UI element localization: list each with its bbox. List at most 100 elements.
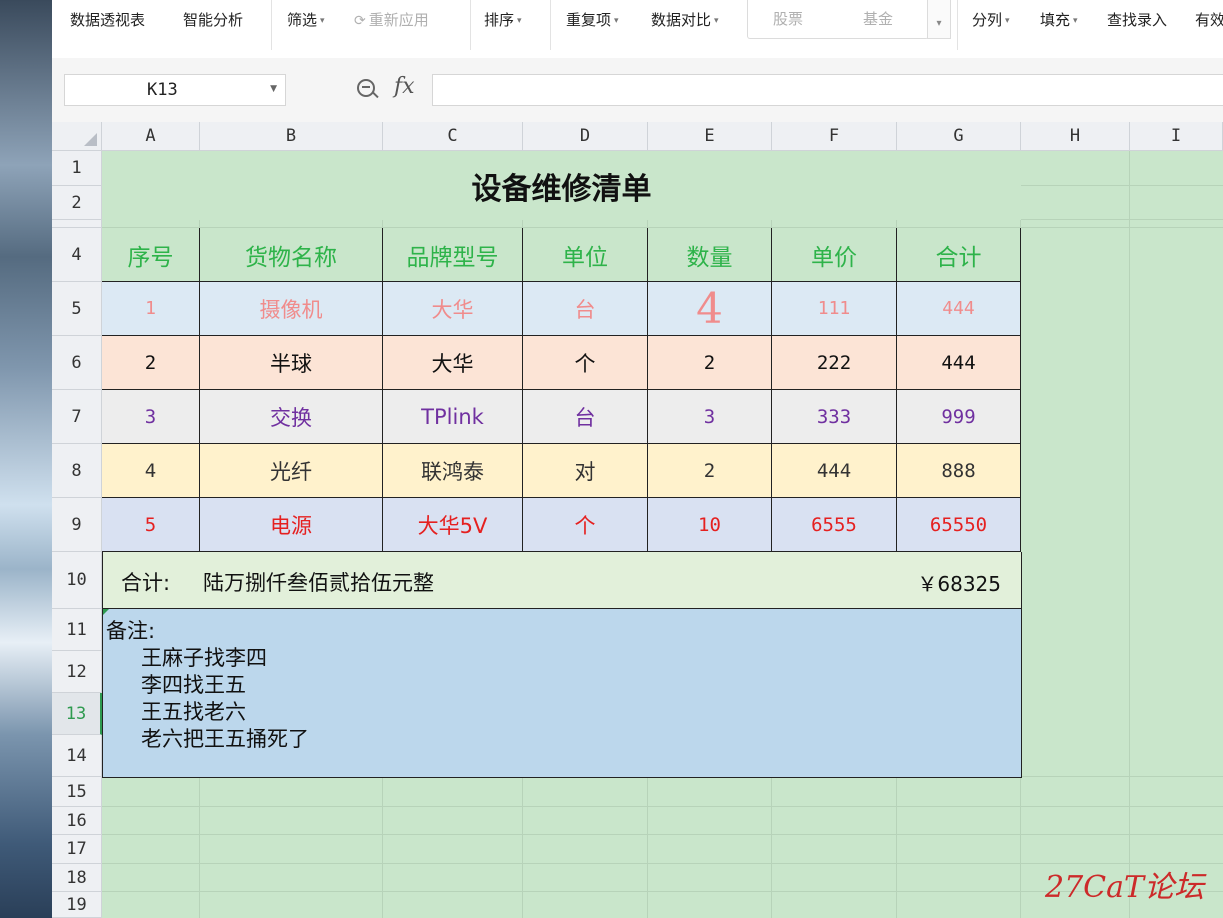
header-cell-item-name[interactable]: 货物名称 (200, 228, 383, 282)
header-cell-brand-model[interactable]: 品牌型号 (383, 228, 523, 282)
name-box-value: K13 (147, 80, 178, 100)
formula-input[interactable] (432, 74, 1223, 106)
row-header-8[interactable]: 8 (52, 444, 102, 498)
pivot-table-button[interactable]: 数据透视表 (70, 8, 145, 32)
cell-index[interactable]: 4 (102, 444, 200, 498)
cell-unit-price[interactable]: 6555 (772, 498, 897, 552)
watermark: 27CaT论坛 (1045, 870, 1205, 905)
column-header-h[interactable]: H (1021, 122, 1130, 151)
row-header-18[interactable]: 18 (52, 864, 102, 892)
row-header-13[interactable]: 13 (52, 693, 102, 735)
cell-unit-price[interactable]: 222 (772, 336, 897, 390)
cell-subtotal[interactable]: 65550 (897, 498, 1021, 552)
row-header-6[interactable]: 6 (52, 336, 102, 390)
cell-brand-model[interactable]: 联鸿泰 (383, 444, 523, 498)
smart-analysis-button[interactable]: 智能分析 (183, 8, 243, 32)
cell-unit[interactable]: 对 (523, 444, 648, 498)
chevron-down-icon: ▾ (614, 15, 619, 26)
cell-brand-model[interactable]: 大华5V (383, 498, 523, 552)
row-header-14[interactable]: 14 (52, 735, 102, 777)
cell-unit-price[interactable]: 444 (772, 444, 897, 498)
total-row[interactable]: 合计: 陆万捌仟叁佰贰拾伍元整 ￥68325 (102, 552, 1022, 609)
notes-cell[interactable]: 备注: 王麻子找李四 李四找王五 王五找老六 老六把王五捅死了 (102, 609, 1022, 778)
split-column-button[interactable]: 分列 ▾ (972, 8, 1010, 32)
cell-subtotal[interactable]: 999 (897, 390, 1021, 444)
spreadsheet-grid: A B C D E F G H I 1 2 4 5 6 7 8 9 10 11 … (52, 122, 1223, 918)
cell-index[interactable]: 2 (102, 336, 200, 390)
row-header-17[interactable]: 17 (52, 835, 102, 864)
row-header-4[interactable]: 4 (52, 228, 102, 282)
chevron-down-icon[interactable]: ▼ (270, 84, 277, 94)
cell-subtotal[interactable]: 444 (897, 282, 1021, 336)
row-header-9[interactable]: 9 (52, 498, 102, 552)
select-all-corner[interactable] (52, 122, 102, 151)
cell-item-name[interactable]: 交换 (200, 390, 383, 444)
data-compare-button[interactable]: 数据对比 ▾ (651, 8, 719, 32)
fx-icon[interactable]: fx (394, 74, 415, 99)
zoom-icon[interactable] (357, 79, 375, 97)
stock-fund-gallery[interactable]: 股票 基金 (747, 0, 929, 39)
notes-label: 备注: (106, 619, 156, 643)
cell-unit[interactable]: 台 (523, 282, 648, 336)
row-header-15[interactable]: 15 (52, 777, 102, 807)
fund-item[interactable]: 基金 (863, 8, 893, 29)
header-cell-unit-price[interactable]: 单价 (772, 228, 897, 282)
column-header-a[interactable]: A (102, 122, 200, 151)
cell-index[interactable]: 3 (102, 390, 200, 444)
row-header-12[interactable]: 12 (52, 651, 102, 693)
fill-button[interactable]: 填充 ▾ (1040, 8, 1078, 32)
reapply-filter-button[interactable]: ⟳ 重新应用 (354, 8, 429, 32)
cell-quantity[interactable]: 10 (648, 498, 772, 552)
row-header-19[interactable]: 19 (52, 892, 102, 918)
cell-brand-model[interactable]: 大华 (383, 336, 523, 390)
cell-quantity[interactable]: 2 (648, 444, 772, 498)
column-header-g[interactable]: G (897, 122, 1021, 151)
validity-button[interactable]: 有效 (1195, 8, 1223, 32)
column-header-i[interactable]: I (1130, 122, 1223, 151)
header-cell-subtotal[interactable]: 合计 (897, 228, 1021, 282)
cell-unit[interactable]: 个 (523, 336, 648, 390)
cell-unit-price[interactable]: 111 (772, 282, 897, 336)
duplicates-button[interactable]: 重复项 ▾ (566, 8, 619, 32)
header-cell-unit[interactable]: 单位 (523, 228, 648, 282)
cell-item-name[interactable]: 半球 (200, 336, 383, 390)
header-cell-index[interactable]: 序号 (102, 228, 200, 282)
cell-quantity[interactable]: 2 (648, 336, 772, 390)
row-header-2[interactable]: 2 (52, 186, 102, 220)
row-header-1[interactable]: 1 (52, 151, 102, 186)
column-header-b[interactable]: B (200, 122, 383, 151)
cell-index[interactable]: 1 (102, 282, 200, 336)
chevron-down-icon: ▾ (1005, 15, 1010, 26)
lookup-entry-button[interactable]: 查找录入 (1107, 8, 1167, 32)
row-header-11[interactable]: 11 (52, 609, 102, 651)
row-header-16[interactable]: 16 (52, 807, 102, 835)
column-header-f[interactable]: F (772, 122, 897, 151)
cell-item-name[interactable]: 光纤 (200, 444, 383, 498)
gallery-scroll-button[interactable]: ▾ (927, 0, 951, 39)
cell-unit[interactable]: 台 (523, 390, 648, 444)
column-header-e[interactable]: E (648, 122, 772, 151)
cell-quantity[interactable]: 3 (648, 390, 772, 444)
column-header-d[interactable]: D (523, 122, 648, 151)
cell-unit-price[interactable]: 333 (772, 390, 897, 444)
cell-subtotal[interactable]: 888 (897, 444, 1021, 498)
cell-item-name[interactable]: 摄像机 (200, 282, 383, 336)
filter-button[interactable]: 筛选 ▾ (287, 8, 325, 32)
cell-index[interactable]: 5 (102, 498, 200, 552)
header-cell-quantity[interactable]: 数量 (648, 228, 772, 282)
cell-unit[interactable]: 个 (523, 498, 648, 552)
stock-item[interactable]: 股票 (773, 8, 803, 29)
cell-item-name[interactable]: 电源 (200, 498, 383, 552)
cell-brand-model[interactable]: 大华 (383, 282, 523, 336)
cell-brand-model[interactable]: TPlink (383, 390, 523, 444)
cell-subtotal[interactable]: 444 (897, 336, 1021, 390)
row-header-5[interactable]: 5 (52, 282, 102, 336)
column-header-c[interactable]: C (383, 122, 523, 151)
row-header-10[interactable]: 10 (52, 552, 102, 609)
total-words: 陆万捌仟叁佰贰拾伍元整 (203, 571, 434, 595)
name-box[interactable]: K13 ▼ (64, 74, 286, 106)
sort-button[interactable]: 排序 ▾ (484, 8, 522, 32)
row-header-3-hidden[interactable] (52, 220, 102, 228)
row-header-7[interactable]: 7 (52, 390, 102, 444)
cell-quantity[interactable]: 4 (648, 282, 772, 336)
